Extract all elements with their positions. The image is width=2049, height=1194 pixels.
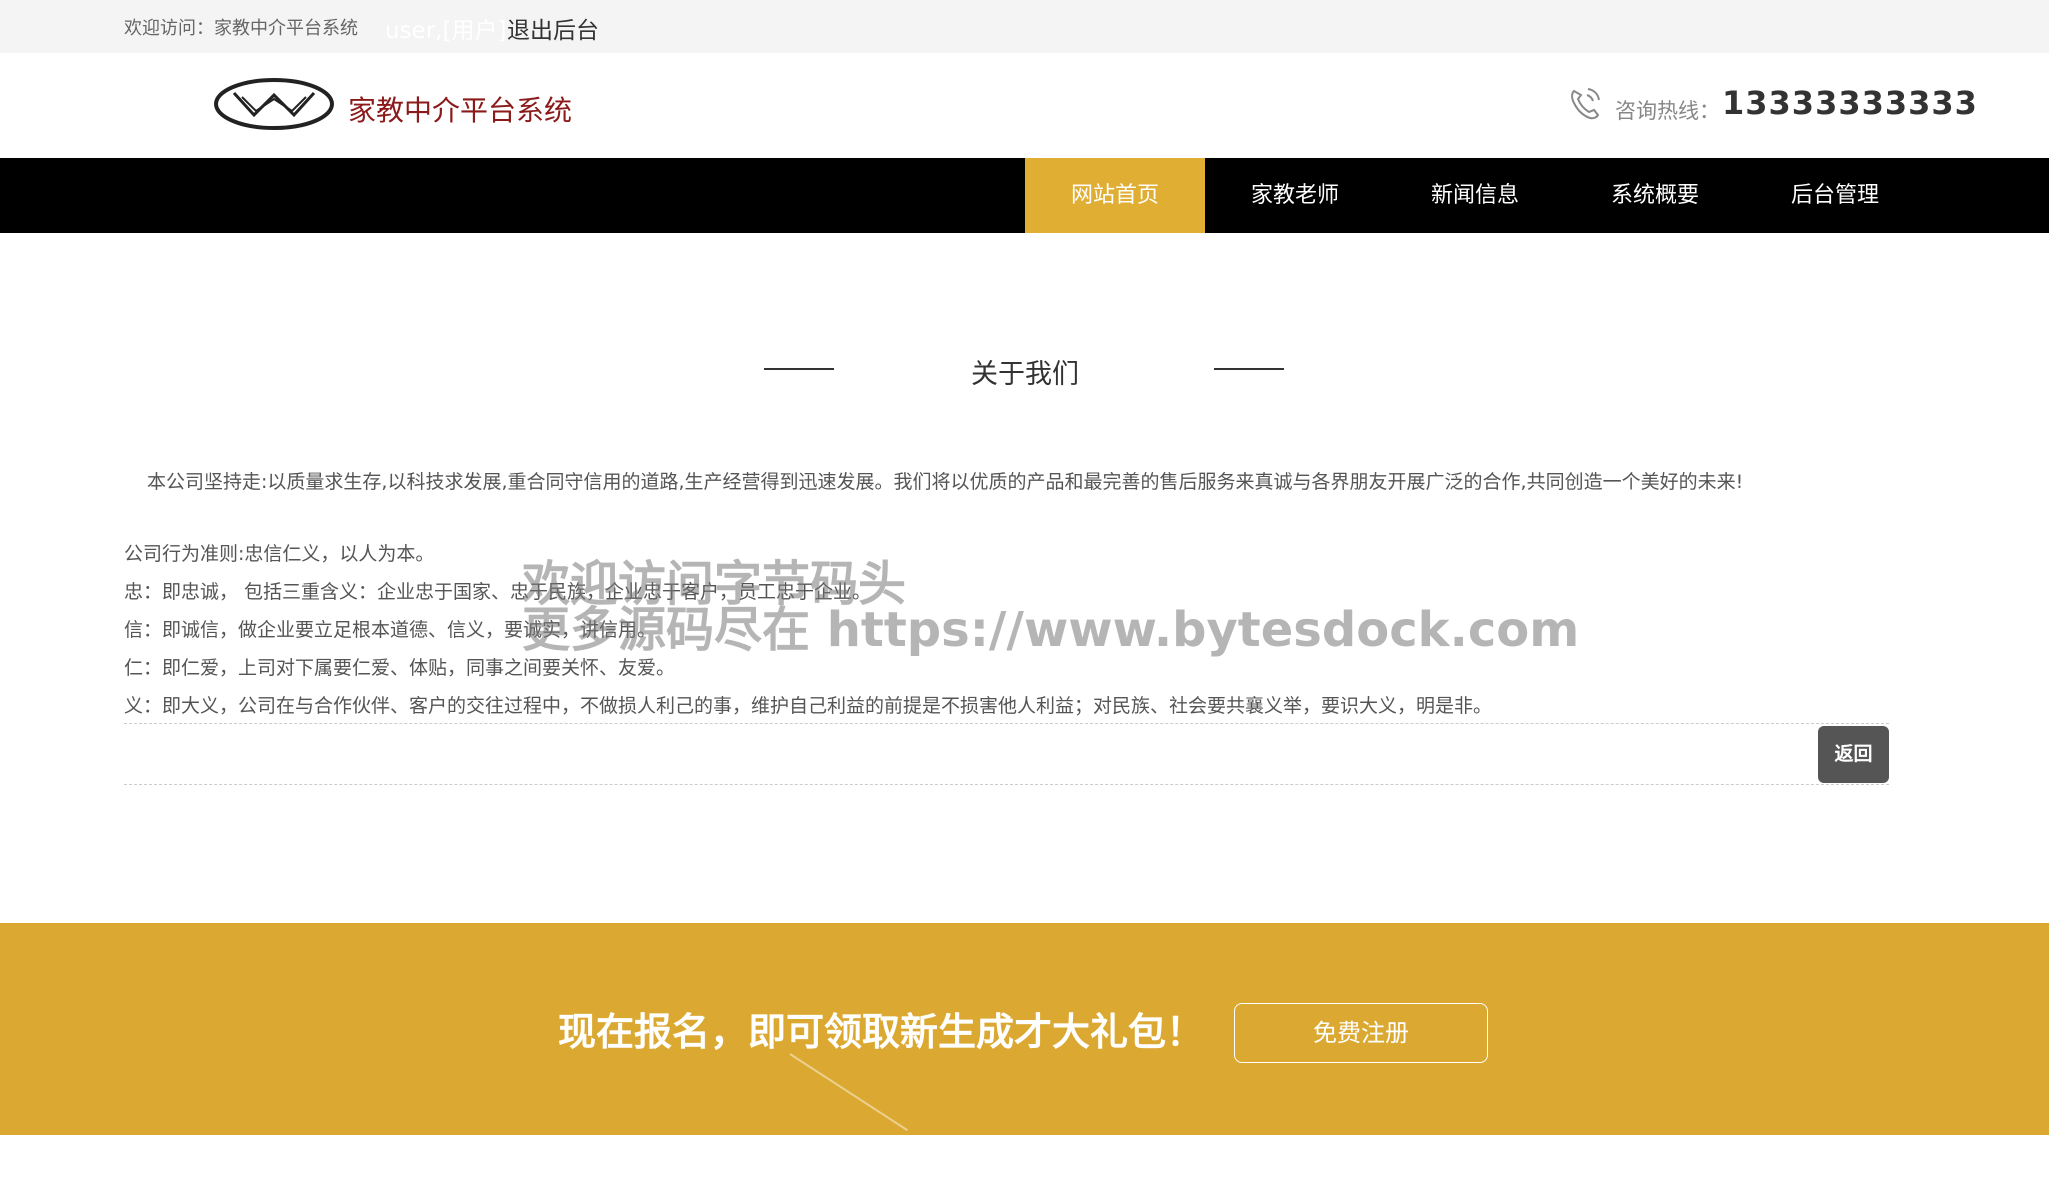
- hotline-number: 13333333333: [1722, 84, 1978, 122]
- nav-item-news[interactable]: 新闻信息: [1385, 158, 1565, 233]
- top-bar: 欢迎访问：家教中介平台系统 user,[用户] 退出后台: [0, 0, 2049, 53]
- title-divider-right: [1214, 368, 1284, 370]
- nav-item-overview[interactable]: 系统概要: [1565, 158, 1745, 233]
- back-button[interactable]: 返回: [1818, 726, 1889, 783]
- phone-icon: [1571, 88, 1600, 120]
- watermark-line: 更多源码尽在 https://www.bytesdock.com: [522, 602, 1580, 658]
- site-header: 家教中介平台系统 咨询热线： 13333333333: [0, 53, 2049, 158]
- nav-item-teachers[interactable]: 家教老师: [1205, 158, 1385, 233]
- site-name[interactable]: 家教中介平台系统: [348, 89, 572, 129]
- hotline-label: 咨询热线：: [1615, 99, 1720, 123]
- principle-line: 义：即大义，公司在与合作伙伴、客户的交往过程中，不做损人利己的事，维护自己利益的…: [124, 695, 1493, 717]
- banner-decoration: [789, 1053, 908, 1132]
- register-button[interactable]: 免费注册: [1234, 1003, 1488, 1063]
- divider: [124, 784, 1889, 785]
- logout-link[interactable]: 退出后台: [507, 11, 599, 45]
- about-heading: 关于我们: [0, 350, 2049, 390]
- about-intro: 本公司坚持走:以质量求生存,以科技求发展,重合同守信用的道路,生产经营得到迅速发…: [147, 471, 1744, 493]
- about-title: 关于我们: [971, 359, 1079, 390]
- banner-text: 现在报名，即可领取新生成才大礼包！: [558, 1010, 1205, 1054]
- signup-banner: 现在报名，即可领取新生成才大礼包！ 免费注册: [0, 923, 2049, 1135]
- principle-line: 仁：即仁爱，上司对下属要仁爱、体贴，同事之间要关怀、友爱。: [124, 657, 676, 679]
- nav-item-home[interactable]: 网站首页: [1025, 158, 1205, 233]
- title-divider-left: [764, 368, 834, 370]
- welcome-text: 欢迎访问：家教中介平台系统: [124, 18, 358, 39]
- current-user[interactable]: user,[用户]: [385, 11, 506, 45]
- divider: [124, 723, 1889, 724]
- nav-item-admin[interactable]: 后台管理: [1745, 158, 1925, 233]
- logo-icon[interactable]: [212, 75, 336, 133]
- main-nav: 网站首页 家教老师 新闻信息 系统概要 后台管理: [0, 158, 2049, 233]
